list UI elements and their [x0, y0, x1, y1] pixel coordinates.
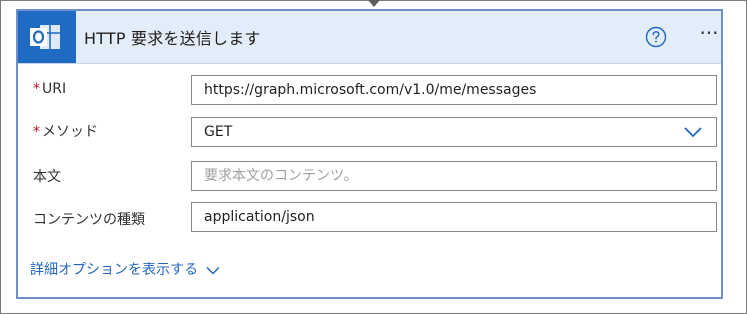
- body-placeholder: 要求本文のコンテンツ。: [204, 168, 358, 184]
- body-label: 本文: [33, 166, 61, 186]
- body-label-text: 本文: [33, 169, 61, 185]
- method-label-text: メソッド: [42, 124, 98, 140]
- content-type-input[interactable]: application/json: [191, 202, 717, 232]
- action-card: HTTP 要求を送信します ··· * URI https://graph.mic…: [16, 9, 723, 299]
- content-type-label: コンテンツの種類: [33, 209, 145, 229]
- chevron-down-icon[interactable]: [684, 126, 702, 138]
- uri-input[interactable]: https://graph.microsoft.com/v1.0/me/mess…: [191, 75, 717, 105]
- advanced-options-label: 詳細オプションを表示する: [30, 262, 198, 278]
- ellipsis-icon[interactable]: ···: [694, 23, 724, 47]
- outlook-icon: [18, 11, 76, 63]
- method-label: * メソッド: [33, 121, 98, 141]
- content-type-label-text: コンテンツの種類: [33, 212, 145, 228]
- action-title: HTTP 要求を送信します: [84, 29, 261, 48]
- uri-label-text: URI: [42, 81, 67, 97]
- uri-value: https://graph.microsoft.com/v1.0/me/mess…: [204, 82, 537, 98]
- show-advanced-options-link[interactable]: 詳細オプションを表示する: [30, 259, 220, 279]
- connector-arrow-icon: [368, 0, 380, 7]
- content-type-value: application/json: [204, 209, 315, 225]
- chevron-down-icon: [206, 266, 220, 275]
- uri-label: * URI: [33, 81, 66, 97]
- card-header[interactable]: HTTP 要求を送信します ···: [18, 11, 721, 64]
- method-dropdown[interactable]: GET: [191, 117, 717, 147]
- method-value: GET: [204, 124, 233, 140]
- question-circle-icon[interactable]: [645, 26, 667, 48]
- required-marker: *: [33, 81, 40, 97]
- required-marker: *: [33, 124, 40, 140]
- body-input[interactable]: 要求本文のコンテンツ。: [191, 161, 717, 191]
